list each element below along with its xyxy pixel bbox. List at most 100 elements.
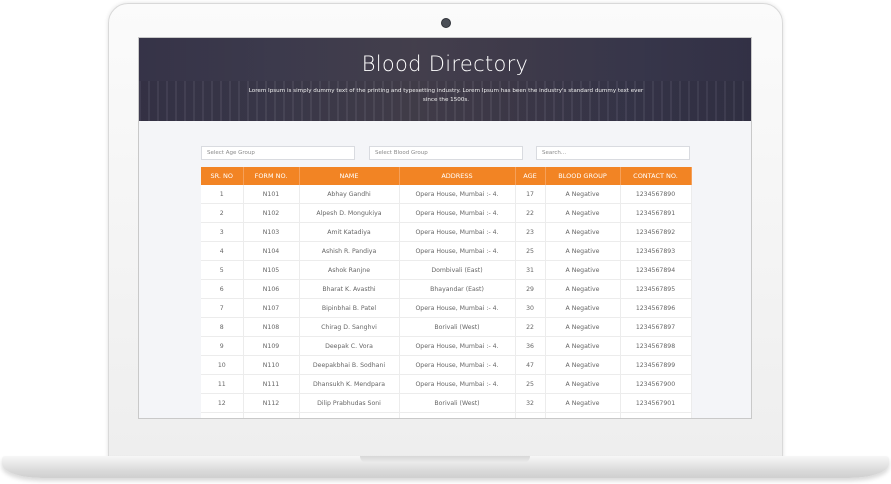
camera-icon: [441, 18, 451, 28]
cell-contact-no: 1234567896: [620, 298, 692, 318]
cell-age: 31: [515, 260, 546, 280]
cell-form-no: N103: [243, 222, 300, 242]
cell-form-no: N107: [243, 298, 300, 318]
cell-address: Opera House, Mumbai :- 4.: [399, 185, 516, 204]
cell-blood-group: A Negative: [545, 185, 621, 204]
cell-contact-no: 1234567895: [620, 279, 692, 299]
cell-form-no: N112: [243, 393, 300, 413]
cell-name: Amit Katadiya: [299, 222, 400, 242]
column-header-age[interactable]: AGE: [515, 167, 546, 185]
cell-sr-no: 6: [201, 279, 244, 299]
cell-name: Bharat K. Avasthi: [299, 279, 400, 299]
cell-age: 29: [515, 279, 546, 299]
cell-blood-group: A Negative: [545, 412, 621, 418]
cell-sr-no: 5: [201, 260, 244, 280]
cell-sr-no: 1: [201, 185, 244, 204]
cell-name: Ferin R. Shah: [299, 412, 400, 418]
cell-form-no: N102: [243, 203, 300, 223]
cell-blood-group: A Negative: [545, 336, 621, 356]
cell-form-no: N109: [243, 336, 300, 356]
cell-contact-no: 1234567897: [620, 317, 692, 337]
cell-sr-no: 8: [201, 317, 244, 337]
cell-address: Opera House, Mumbai :- 4.: [399, 336, 516, 356]
table-row[interactable]: 1 N101 Abhay Gandhi Opera House, Mumbai :- …: [201, 185, 692, 204]
cell-contact-no: 1234567892: [620, 222, 692, 242]
cell-blood-group: A Negative: [545, 298, 621, 318]
cell-name: Chirag D. Sanghvi: [299, 317, 400, 337]
cell-address: Opera House, Mumbai :- 4.: [399, 355, 516, 375]
blood-group-select[interactable]: Select Blood Group: [369, 146, 523, 160]
cell-address: Borivali (West): [399, 393, 516, 413]
table-row[interactable]: 3 N103 Amit Katadiya Opera House, Mumbai :-…: [201, 222, 692, 242]
table-row[interactable]: 10 N110 Deepakbhai B. Sodhani Opera House, …: [201, 355, 692, 375]
column-header-address[interactable]: ADDRESS: [399, 167, 516, 185]
cell-form-no: N105: [243, 260, 300, 280]
cell-name: Abhay Gandhi: [299, 185, 400, 204]
cell-blood-group: A Negative: [545, 203, 621, 223]
cell-blood-group: A Negative: [545, 279, 621, 299]
hero-banner: Blood Directory Lorem Ipsum is simply du…: [139, 38, 751, 121]
cell-address: Opera House, Mumbai :- 4.: [399, 374, 516, 394]
column-header-form-no[interactable]: FORM NO.: [243, 167, 300, 185]
cell-form-no: N110: [243, 355, 300, 375]
cell-address: Opera House, Mumbai :- 4.: [399, 241, 516, 261]
table-row[interactable]: 6 N106 Bharat K. Avasthi Bhayandar (East) 29…: [201, 279, 692, 299]
table-row[interactable]: 7 N107 Bipinbhai B. Patel Opera House, Mumb…: [201, 298, 692, 318]
cell-blood-group: A Negative: [545, 374, 621, 394]
cell-name: Ashok Ranjne: [299, 260, 400, 280]
cell-address: Tardeo: [399, 412, 516, 418]
cell-address: Opera House, Mumbai :- 4.: [399, 222, 516, 242]
cell-form-no: N111: [243, 374, 300, 394]
cell-name: Alpesh D. Mongukiya: [299, 203, 400, 223]
cell-blood-group: A Negative: [545, 393, 621, 413]
cell-address: Opera House, Mumbai :- 4.: [399, 298, 516, 318]
cell-sr-no: 2: [201, 203, 244, 223]
table-row[interactable]: 8 N108 Chirag D. Sanghvi Borivali (West) 22 A…: [201, 317, 692, 337]
table-header-row: SR. NO FORM NO. NAME ADDRESS AGE BLOOD GROUP C…: [201, 167, 692, 185]
cell-contact-no: 1234567891: [620, 203, 692, 223]
page-subtitle: Lorem Ipsum is simply dummy text of the …: [248, 88, 644, 103]
cell-age: 32: [515, 393, 546, 413]
cell-contact-no: 1234567902: [620, 412, 692, 418]
table-row[interactable]: 2 N102 Alpesh D. Mongukiya Opera House, Mum…: [201, 203, 692, 223]
cell-blood-group: A Negative: [545, 241, 621, 261]
cell-blood-group: A Negative: [545, 222, 621, 242]
laptop-notch: [360, 456, 530, 463]
table-row[interactable]: 13N113Ferin R. ShahTardeo29A Negative123…: [201, 412, 692, 418]
cell-sr-no: 4: [201, 241, 244, 261]
cell-contact-no: 1234567899: [620, 355, 692, 375]
cell-contact-no: 1234567894: [620, 260, 692, 280]
cell-age: 25: [515, 374, 546, 394]
cell-sr-no: 9: [201, 336, 244, 356]
cell-name: Ashish R. Pandiya: [299, 241, 400, 261]
column-header-sr-no[interactable]: SR. NO: [201, 167, 244, 185]
table-row[interactable]: 12 N112 Dilip Prabhudas Soni Borivali (West…: [201, 393, 692, 413]
cell-name: Deepakbhai B. Sodhani: [299, 355, 400, 375]
cell-sr-no: 11: [201, 374, 244, 394]
cell-address: Bhayandar (East): [399, 279, 516, 299]
cell-contact-no: 1234567900: [620, 374, 692, 394]
cell-sr-no: 13: [201, 412, 244, 418]
cell-age: 22: [515, 317, 546, 337]
table-row[interactable]: 5 N105 Ashok Ranjne Dombivali (East) 31 A Neg…: [201, 260, 692, 280]
table-body: 1 N101 Abhay Gandhi Opera House, Mumbai :- …: [201, 185, 692, 418]
age-group-select[interactable]: Select Age Group: [201, 146, 355, 160]
cell-age: 22: [515, 203, 546, 223]
column-header-name[interactable]: NAME: [299, 167, 400, 185]
cell-contact-no: 1234567893: [620, 241, 692, 261]
cell-sr-no: 12: [201, 393, 244, 413]
cell-sr-no: 3: [201, 222, 244, 242]
cell-name: Deepak C. Vora: [299, 336, 400, 356]
table-row[interactable]: 11 N111 Dhansukh K. Mendpara Opera House, M…: [201, 374, 692, 394]
page-title: Blood Directory: [361, 52, 529, 76]
cell-contact-no: 1234567890: [620, 185, 692, 204]
cell-age: 23: [515, 222, 546, 242]
cell-blood-group: A Negative: [545, 317, 621, 337]
table-row[interactable]: 9 N109 Deepak C. Vora Opera House, Mumbai :…: [201, 336, 692, 356]
column-header-contact-no[interactable]: CONTACT NO.: [620, 167, 692, 185]
cell-age: 17: [515, 185, 546, 204]
cell-form-no: N108: [243, 317, 300, 337]
column-header-blood-group[interactable]: BLOOD GROUP: [545, 167, 621, 185]
table-row[interactable]: 4 N104 Ashish R. Pandiya Opera House, Mumba…: [201, 241, 692, 261]
search-input[interactable]: Search...: [536, 146, 690, 160]
